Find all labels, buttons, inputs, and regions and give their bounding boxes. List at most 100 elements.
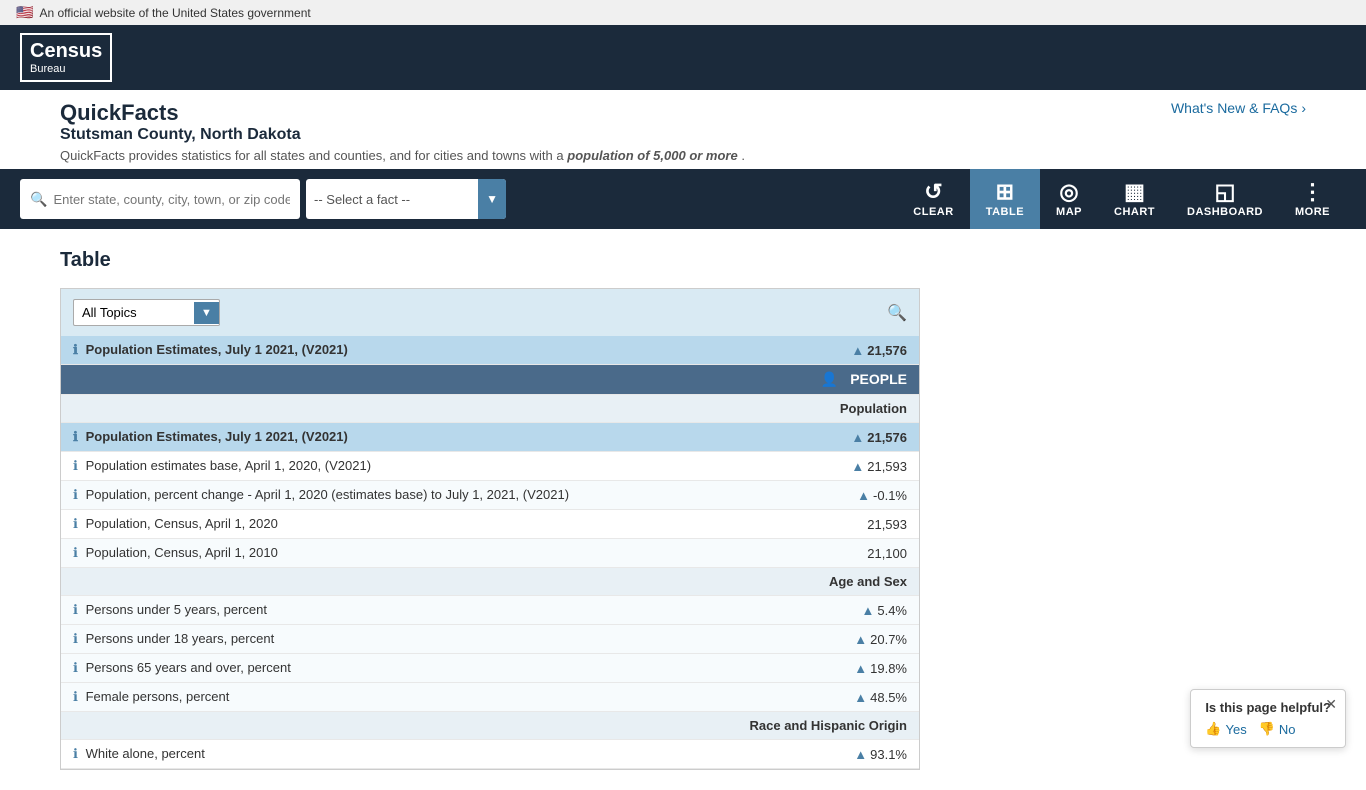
info-icon[interactable]: ℹ — [73, 631, 78, 646]
row-label: ℹ Population Estimates, July 1 2021, (V2… — [61, 423, 805, 452]
table-row: 👤 PEOPLE — [61, 365, 919, 395]
info-icon[interactable]: ℹ — [73, 689, 78, 704]
triangle-icon: ▲ — [854, 661, 867, 676]
info-icon[interactable]: ℹ — [73, 458, 78, 473]
table-button[interactable]: ⊞ TABLE — [970, 169, 1040, 229]
subsection-label: Population — [61, 395, 919, 423]
table-row: ℹ Population, percent change - April 1, … — [61, 481, 919, 510]
row-label-text: Population Estimates, July 1 2021, (V202… — [86, 342, 348, 357]
search-box: 🔍 — [20, 179, 300, 219]
description-post: . — [741, 148, 745, 163]
quickfacts-description: QuickFacts provides statistics for all s… — [60, 148, 745, 163]
chart-button[interactable]: ▦ CHART — [1098, 169, 1171, 229]
section-header-label: 👤 PEOPLE — [61, 365, 919, 395]
subsection-label: Age and Sex — [61, 568, 919, 596]
topic-select-dropdown[interactable]: All Topics Population Age and Sex Race H… — [74, 300, 194, 325]
thumbs-up-icon: 👍 — [1205, 721, 1221, 737]
yes-label: Yes — [1226, 722, 1247, 737]
dashboard-label: DASHBOARD — [1187, 206, 1263, 218]
toolbar: 🔍 -- Select a fact -- ▼ ↺ CLEAR ⊞ TABLE … — [0, 169, 1366, 229]
gov-banner-text: An official website of the United States… — [39, 6, 310, 20]
row-value: ▲93.1% — [805, 740, 919, 769]
topic-select-wrap: All Topics Population Age and Sex Race H… — [73, 299, 220, 326]
row-label-text: Population, Census, April 1, 2010 — [86, 545, 278, 560]
whats-new-link[interactable]: What's New & FAQs › — [1171, 100, 1306, 116]
table-row: Race and Hispanic Origin — [61, 712, 919, 740]
helpful-yes-button[interactable]: 👍 Yes — [1205, 721, 1246, 737]
triangle-icon: ▲ — [854, 690, 867, 705]
chart-icon: ▦ — [1124, 181, 1145, 203]
row-value: ▲21,576 — [805, 336, 919, 365]
info-icon[interactable]: ℹ — [73, 429, 78, 444]
triangle-icon: ▲ — [851, 459, 864, 474]
whats-new-label: What's New & FAQs — [1171, 100, 1297, 116]
helpful-no-button[interactable]: 👎 No — [1259, 721, 1296, 737]
triangle-icon: ▲ — [854, 747, 867, 762]
row-label: ℹ Population estimates base, April 1, 20… — [61, 452, 805, 481]
row-value: 21,593 — [805, 510, 919, 539]
dashboard-icon: ◱ — [1215, 181, 1236, 203]
more-button[interactable]: ⋮ MORE — [1279, 169, 1346, 229]
row-label-text: Population, percent change - April 1, 20… — [86, 487, 569, 502]
info-icon[interactable]: ℹ — [73, 746, 78, 761]
row-label-text: Female persons, percent — [86, 689, 230, 704]
search-input[interactable] — [53, 192, 290, 207]
row-label: ℹ Persons under 18 years, percent — [61, 625, 805, 654]
quickfacts-title: QuickFacts — [60, 100, 745, 126]
site-header: Census Bureau — [0, 25, 1366, 90]
close-icon[interactable]: ✕ — [1325, 696, 1337, 713]
map-icon: ◎ — [1059, 181, 1078, 203]
more-icon: ⋮ — [1302, 181, 1324, 203]
table-row: Population — [61, 395, 919, 423]
row-label: ℹ Population, Census, April 1, 2010 — [61, 539, 805, 568]
row-label-text: Population, Census, April 1, 2020 — [86, 516, 278, 531]
table-row: ℹ Persons under 5 years, percent ▲5.4% — [61, 596, 919, 625]
helpful-question: Is this page helpful? — [1205, 700, 1331, 715]
thumbs-down-icon: 👎 — [1259, 721, 1275, 737]
info-icon[interactable]: ℹ — [73, 545, 78, 560]
row-label: ℹ Population, percent change - April 1, … — [61, 481, 805, 510]
gov-banner: 🇺🇸 An official website of the United Sta… — [0, 0, 1366, 25]
info-icon[interactable]: ℹ — [73, 342, 78, 357]
census-logo: Census Bureau — [20, 33, 112, 82]
info-icon[interactable]: ℹ — [73, 487, 78, 502]
select-fact-wrapper: -- Select a fact -- ▼ — [306, 179, 506, 219]
info-icon[interactable]: ℹ — [73, 602, 78, 617]
flag-icon: 🇺🇸 — [16, 4, 33, 21]
description-strong: population of 5,000 or more — [567, 148, 737, 163]
chart-label: CHART — [1114, 206, 1155, 218]
map-label: MAP — [1056, 206, 1082, 218]
helpful-buttons: 👍 Yes 👎 No — [1205, 721, 1331, 737]
triangle-icon: ▲ — [857, 488, 870, 503]
main-content: Table All Topics Population Age and Sex … — [0, 229, 1366, 790]
dashboard-button[interactable]: ◱ DASHBOARD — [1171, 169, 1279, 229]
quickfacts-title-block: QuickFacts Stutsman County, North Dakota… — [60, 100, 745, 163]
clear-button[interactable]: ↺ CLEAR — [897, 169, 969, 229]
triangle-icon: ▲ — [861, 603, 874, 618]
row-label-text: White alone, percent — [86, 746, 205, 761]
select-fact-dropdown[interactable]: -- Select a fact -- — [306, 186, 478, 213]
row-label: ℹ Persons 65 years and over, percent — [61, 654, 805, 683]
data-table-wrapper: All Topics Population Age and Sex Race H… — [60, 288, 920, 770]
row-label-text: Population Estimates, July 1 2021, (V202… — [86, 429, 348, 444]
info-icon[interactable]: ℹ — [73, 660, 78, 675]
table-section-title: Table — [60, 249, 1306, 272]
clear-label: CLEAR — [913, 206, 953, 218]
table-search-icon[interactable]: 🔍 — [887, 303, 907, 323]
table-icon: ⊞ — [996, 181, 1014, 203]
logo-bureau: Bureau — [30, 63, 102, 76]
row-value: ▲5.4% — [805, 596, 919, 625]
quickfacts-subtitle: Stutsman County, North Dakota — [60, 126, 745, 144]
row-value: ▲-0.1% — [805, 481, 919, 510]
table-row: ℹ White alone, percent ▲93.1% — [61, 740, 919, 769]
table-row: ℹ Female persons, percent ▲48.5% — [61, 683, 919, 712]
no-label: No — [1279, 722, 1296, 737]
row-label: ℹ White alone, percent — [61, 740, 805, 769]
info-icon[interactable]: ℹ — [73, 516, 78, 531]
person-icon: 👤 — [821, 371, 838, 387]
row-value: ▲21,593 — [805, 452, 919, 481]
triangle-icon: ▲ — [851, 430, 864, 445]
table-row: ℹ Persons under 18 years, percent ▲20.7% — [61, 625, 919, 654]
map-button[interactable]: ◎ MAP — [1040, 169, 1098, 229]
row-label-text: Persons under 18 years, percent — [86, 631, 275, 646]
